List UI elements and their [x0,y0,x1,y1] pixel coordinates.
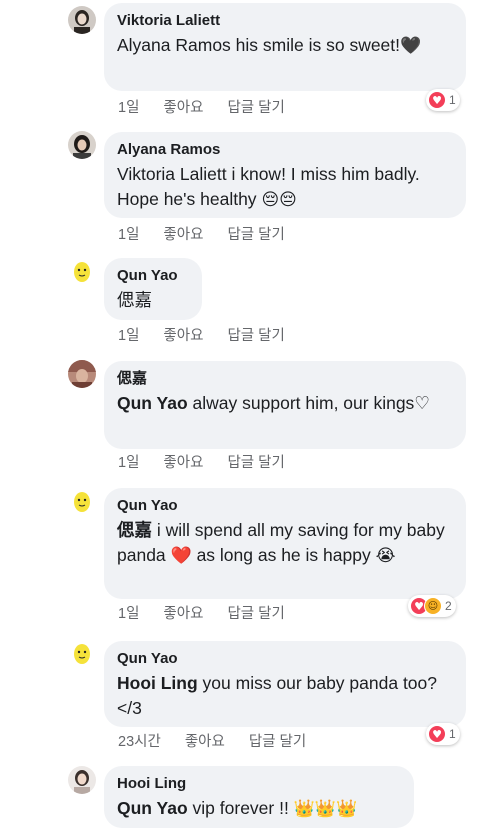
comment-actions: 1일 좋아요 답글 달기 [118,324,309,344]
comment-timestamp: 1일 [118,226,140,243]
reaction-summary[interactable]: ♥ 1 [426,723,460,745]
comment-actions: 1일 좋아요 답글 달기 [118,451,309,471]
comment-bubble: Viktoria Laliett Alyana Ramos his smile … [104,3,466,91]
avatar[interactable] [68,488,96,516]
haha-icon: ☺ [424,597,442,615]
mention-link[interactable]: 偲嘉 [117,520,152,540]
mention-link[interactable]: Hooi Ling [117,673,198,693]
reply-button[interactable]: 답글 달기 [227,96,284,117]
reaction-summary[interactable]: ♥ 1 [426,89,460,111]
reply-button[interactable]: 답글 달기 [227,223,284,244]
comment-actions: 1일 좋아요 답글 달기 [118,96,309,116]
comment-actions: 1일 좋아요 답글 달기 [118,223,309,243]
comment-text: Hooi Ling you miss our baby panda too? <… [117,673,438,718]
avatar[interactable] [68,6,96,34]
comment-bubble: Hooi Ling Qun Yao vip forever !! 👑👑👑 [104,766,414,828]
comment-timestamp: 23시간 [118,733,161,750]
comment-text: Qun Yao vip forever !! 👑👑👑 [117,798,358,819]
comment-author[interactable]: Alyana Ramos [117,140,453,160]
avatar[interactable] [68,640,96,668]
like-button[interactable]: 좋아요 [163,451,203,472]
comment-bubble: 偲嘉 Qun Yao alway support him, our kings♡ [104,361,466,449]
comment-timestamp: 1일 [118,327,140,344]
avatar[interactable] [68,766,96,794]
comment-author[interactable]: Qun Yao [117,496,453,516]
comment-author[interactable]: Qun Yao [117,649,453,669]
comment-text: Alyana Ramos his smile is so sweet!🖤 [117,35,422,56]
reply-button[interactable]: 답글 달기 [227,324,284,345]
reply-button[interactable]: 답글 달기 [249,730,306,751]
avatar[interactable] [68,360,96,388]
comment-text: 偲嘉 [117,290,152,310]
comment-timestamp: 1일 [118,99,140,116]
comment-timestamp: 1일 [118,605,140,622]
comment-bubble: Qun Yao Hooi Ling you miss our baby pand… [104,641,466,727]
avatar[interactable] [68,131,96,159]
mention-link[interactable]: Qun Yao [117,393,188,413]
comment-author[interactable]: 偲嘉 [117,369,453,389]
like-button[interactable]: 좋아요 [185,730,225,751]
comment-text: 偲嘉 i will spend all my saving for my bab… [117,520,445,566]
reply-button[interactable]: 답글 달기 [227,602,284,623]
comment-actions: 1일 좋아요 답글 달기 [118,602,309,622]
reaction-summary[interactable]: ♥ ☺ 2 [408,595,456,617]
heart-icon: ♥ [428,725,446,743]
comment-bubble: Qun Yao 偲嘉 i will spend all my saving fo… [104,488,466,599]
like-button[interactable]: 좋아요 [163,223,203,244]
comment-bubble: Alyana Ramos Viktoria Laliett i know! I … [104,132,466,218]
comment-actions: 23시간 좋아요 답글 달기 [118,730,330,750]
like-button[interactable]: 좋아요 [163,324,203,345]
comment-bubble: Qun Yao 偲嘉 [104,258,202,320]
avatar[interactable] [68,258,96,286]
like-button[interactable]: 좋아요 [163,96,203,117]
mention-link[interactable]: Qun Yao [117,798,188,818]
comment-text: Qun Yao alway support him, our kings♡ [117,393,430,413]
comment-author[interactable]: Viktoria Laliett [117,11,453,31]
reply-button[interactable]: 답글 달기 [227,451,284,472]
comment-timestamp: 1일 [118,454,140,471]
like-button[interactable]: 좋아요 [163,602,203,623]
comment-author[interactable]: Hooi Ling [117,774,401,794]
comment-author[interactable]: Qun Yao [117,266,189,286]
comment-text: Viktoria Laliett i know! I miss him badl… [117,164,420,210]
heart-icon: ♥ [428,91,446,109]
